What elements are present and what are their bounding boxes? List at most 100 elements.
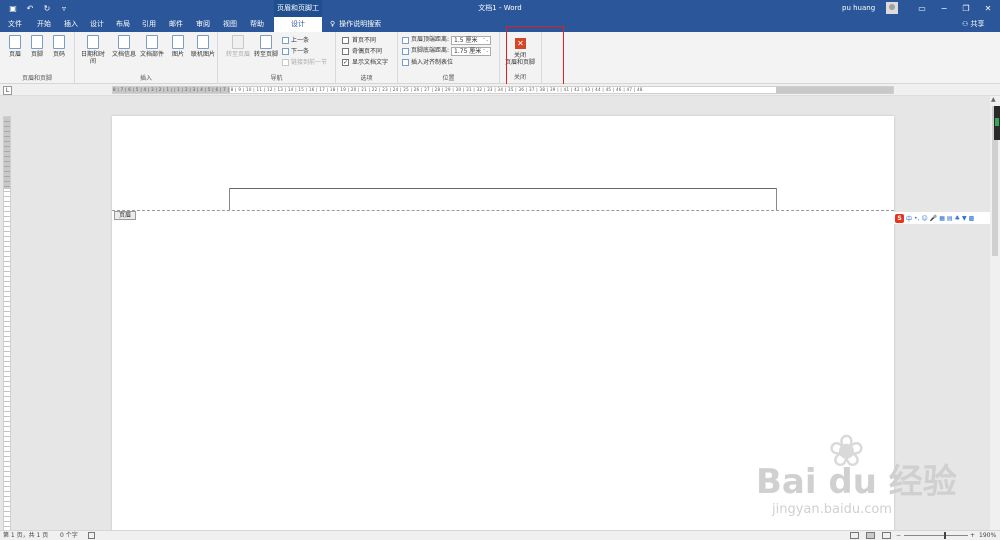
emoji-icon[interactable]: ☺	[921, 215, 927, 222]
zoom-in-button[interactable]: +	[970, 531, 975, 540]
date-time-button[interactable]: 日期和时间	[79, 35, 107, 65]
footer-button[interactable]: 页脚	[26, 35, 48, 58]
minimize-button[interactable]: −	[934, 0, 954, 17]
doc-parts-button[interactable]: 文档部件	[139, 35, 165, 58]
doc-info-icon	[118, 35, 130, 49]
goto-header-icon	[232, 35, 244, 49]
header-button[interactable]: 页眉	[4, 35, 26, 58]
next-icon	[282, 48, 289, 55]
person-icon: ⚇	[962, 20, 969, 28]
quick-access-toolbar: ▣ ↶ ↻ ▿	[8, 3, 69, 13]
vertical-ruler[interactable]	[3, 116, 11, 532]
save-icon[interactable]: ▣	[8, 3, 18, 13]
header-tag: 页眉	[114, 211, 137, 220]
undo-icon[interactable]: ↶	[25, 3, 35, 13]
scroll-up-icon[interactable]: ▲	[991, 96, 996, 103]
previous-icon	[282, 37, 289, 44]
sogou-logo-icon[interactable]: S	[895, 213, 904, 223]
next-button[interactable]: 下一条	[282, 47, 309, 56]
read-mode-icon[interactable]	[850, 532, 859, 539]
zoom-level[interactable]: 190%	[979, 531, 996, 540]
watermark-url: jingyan.baidu.com	[772, 502, 892, 517]
group-navigation: 转至页眉 转至页脚 上一条 下一条 链接到前一节 导航	[218, 32, 336, 84]
goto-footer-button[interactable]: 转至页脚	[252, 35, 280, 58]
tab-help[interactable]: 帮助	[246, 17, 268, 32]
doc-info-button[interactable]: 文档信息	[111, 35, 137, 58]
share-button[interactable]: ⚇ 共享	[962, 17, 985, 32]
tab-header-footer-design[interactable]: 设计	[274, 17, 322, 32]
picture-button[interactable]: 图片	[167, 35, 189, 58]
zoom-out-button[interactable]: −	[896, 531, 901, 540]
tab-references[interactable]: 引用	[138, 17, 160, 32]
highlight-box	[506, 26, 564, 86]
page-count[interactable]: 第 1 页，共 1 页	[3, 531, 48, 540]
web-layout-icon[interactable]	[882, 532, 891, 539]
footer-position-icon	[402, 47, 409, 55]
tell-me-search[interactable]: ♀ 操作说明搜索	[330, 17, 381, 32]
close-window-button[interactable]: ✕	[978, 0, 998, 17]
header-position-icon	[402, 36, 409, 44]
tab-insert[interactable]: 插入	[60, 17, 82, 32]
keyboard-icon[interactable]: ▦	[939, 215, 945, 222]
shirt-icon[interactable]: ▼	[962, 215, 967, 222]
group-insert: 日期和时间 文档信息 文档部件 图片 联机图片 插入	[75, 32, 218, 84]
redo-icon[interactable]: ↻	[42, 3, 52, 13]
customize-qat-icon[interactable]: ▿	[59, 3, 69, 13]
insert-alignment-tab-button[interactable]: 插入对齐制表位	[402, 58, 453, 67]
tab-review[interactable]: 审阅	[192, 17, 214, 32]
restore-button[interactable]: ❐	[956, 0, 976, 17]
first-page-different-checkbox[interactable]: 首页不同	[342, 36, 376, 45]
group-header-footer: 页眉 页脚 页码 页眉和页脚	[0, 32, 75, 84]
footer-from-bottom-input[interactable]: 1.75 厘米	[451, 46, 492, 56]
show-document-text-checkbox[interactable]: ✓ 显示文档文字	[342, 58, 388, 67]
tab-mailings[interactable]: 邮件	[165, 17, 187, 32]
zoom-slider-thumb[interactable]	[944, 532, 946, 539]
goto-header-button[interactable]: 转至页眉	[224, 35, 252, 58]
lightbulb-icon: ♀	[330, 20, 336, 28]
header-from-top: 页眉顶端距离: 1.5 厘米	[402, 35, 492, 45]
zoom-slider[interactable]	[904, 535, 968, 536]
tab-design[interactable]: 设计	[86, 17, 108, 32]
group-label-options: 选项	[360, 75, 373, 82]
tab-stop-selector[interactable]: L	[3, 86, 12, 95]
user-name[interactable]: pu huang	[842, 0, 875, 17]
checkmark-icon: ✓	[342, 59, 349, 66]
toolbox-icon[interactable]: ▤	[947, 215, 953, 222]
footer-icon	[31, 35, 43, 49]
ime-toolbar[interactable]: S 中 •, ☺ 🎤 ▦ ▤ ♣ ▼ ▩	[893, 212, 994, 224]
odd-even-different-checkbox[interactable]: 奇偶页不同	[342, 47, 382, 56]
previous-button[interactable]: 上一条	[282, 36, 309, 45]
online-picture-button[interactable]: 联机图片	[190, 35, 216, 58]
group-label-header-footer: 页眉和页脚	[21, 75, 52, 82]
tab-layout[interactable]: 布局	[112, 17, 134, 32]
grid-icon[interactable]: ▩	[969, 215, 975, 222]
proofing-icon[interactable]	[88, 532, 95, 539]
ribbon-display-options-button[interactable]: ▭	[912, 0, 932, 17]
ime-punct[interactable]: •,	[914, 215, 919, 222]
picture-icon	[172, 35, 184, 49]
footer-from-bottom: 页脚底端距离: 1.75 厘米	[402, 46, 492, 56]
horizontal-ruler[interactable]: 8 | 7 | 6 | 5 | 4 | 3 | 2 | 1 | | 1 | 2 …	[112, 86, 894, 94]
alignment-tab-icon	[402, 59, 409, 66]
print-layout-icon[interactable]	[866, 532, 875, 539]
microphone-icon[interactable]: 🎤	[930, 215, 937, 222]
group-options: 首页不同 奇偶页不同 ✓ 显示文档文字 选项	[336, 32, 398, 84]
vertical-scrollbar[interactable]: ▲	[990, 96, 1000, 530]
tab-home[interactable]: 开始	[32, 17, 56, 32]
group-position: 页眉顶端距离: 1.5 厘米 页脚底端距离: 1.75 厘米 插入对齐制表位 位…	[398, 32, 500, 84]
avatar[interactable]	[886, 2, 898, 14]
tab-file[interactable]: 文件	[4, 17, 26, 32]
page-number-button[interactable]: 页码	[48, 35, 70, 58]
status-bar: 第 1 页，共 1 页 0 个字 − + 190%	[0, 530, 1000, 540]
side-widget[interactable]	[994, 106, 1000, 140]
ime-lang[interactable]: 中	[906, 214, 912, 223]
header-from-top-input[interactable]: 1.5 厘米	[451, 35, 492, 45]
tab-view[interactable]: 视图	[219, 17, 241, 32]
watermark-brand: Bai du 经验	[756, 462, 957, 502]
contextual-tab-title: 页眉和页脚工具	[274, 0, 322, 29]
word-window: ▣ ↶ ↻ ▿ 页眉和页脚工具 文档1 - Word pu huang ▭ − …	[0, 0, 1000, 540]
skin-icon[interactable]: ♣	[955, 215, 960, 222]
word-count[interactable]: 0 个字	[60, 531, 78, 540]
header-border-line	[229, 188, 777, 189]
link-previous-button[interactable]: 链接到前一节	[282, 58, 327, 67]
